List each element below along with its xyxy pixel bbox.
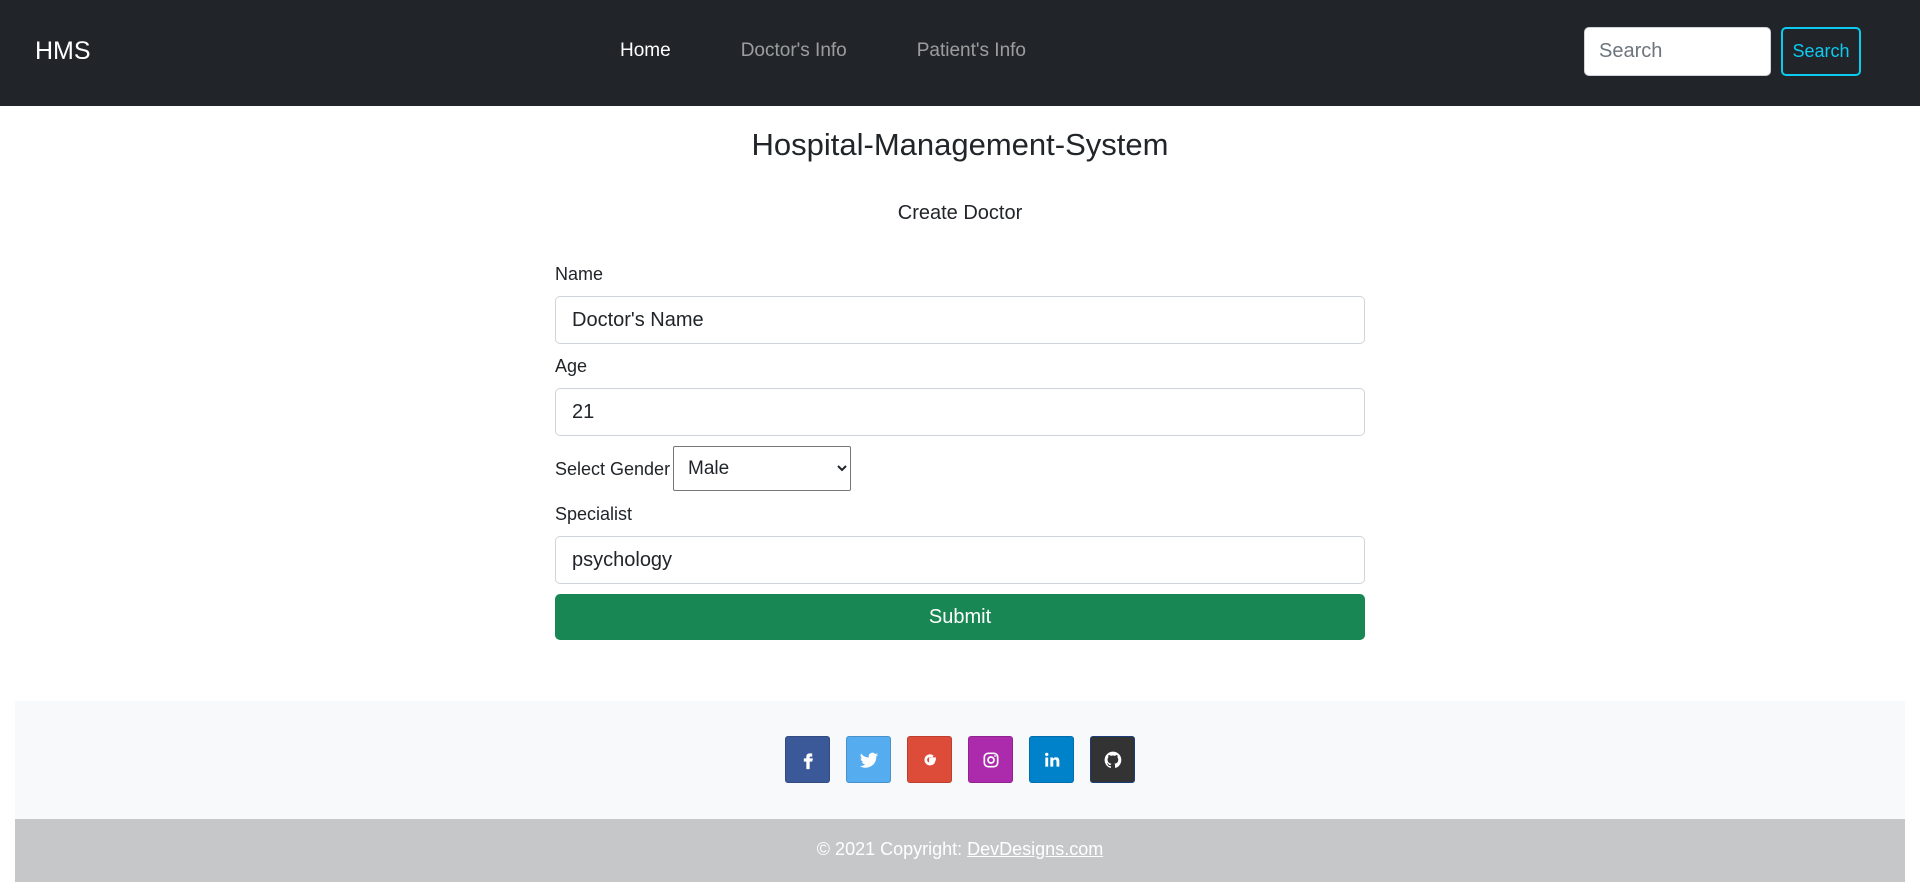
copyright-text: © 2021 Copyright: DevDesigns.com [15,839,1905,860]
submit-button[interactable]: Submit [555,594,1365,640]
twitter-icon [859,752,878,768]
nav-links: Home Doctor's Info Patient's Info [620,39,1096,63]
gender-label: Select Gender [555,459,671,479]
name-label: Name [555,264,604,284]
nav-link-home[interactable]: Home [620,39,671,63]
facebook-icon [803,752,813,769]
github-button[interactable] [1090,736,1135,783]
github-icon [1104,751,1121,768]
nav-link-doctors-info[interactable]: Doctor's Info [741,39,847,63]
google-button[interactable] [907,736,952,783]
linkedin-icon [1044,752,1059,767]
brand-logo[interactable]: HMS [35,36,91,66]
footer-copyright: © 2021 Copyright: DevDesigns.com [15,819,1905,882]
name-field[interactable] [555,296,1365,344]
navbar: HMS Home Doctor's Info Patient's Info Se… [0,0,1920,106]
twitter-button[interactable] [846,736,891,783]
search-button[interactable]: Search [1781,27,1861,76]
age-label: Age [555,356,588,376]
facebook-button[interactable] [785,736,830,783]
copyright-link[interactable]: DevDesigns.com [967,839,1103,859]
instagram-icon [983,752,998,767]
form-title: Create Doctor [897,202,1023,224]
social-links [785,736,1151,783]
specialist-label: Specialist [555,504,633,524]
nav-link-patients-info[interactable]: Patient's Info [917,39,1026,63]
page-title: Hospital-Management-System [751,127,1169,162]
gender-select[interactable]: Male [673,446,851,491]
instagram-button[interactable] [968,736,1013,783]
specialist-field[interactable] [555,536,1365,584]
search-input[interactable] [1584,27,1771,76]
copyright-label: © 2021 Copyright: [816,839,968,859]
linkedin-button[interactable] [1029,736,1074,783]
google-icon [923,753,936,765]
age-field[interactable] [555,388,1365,436]
